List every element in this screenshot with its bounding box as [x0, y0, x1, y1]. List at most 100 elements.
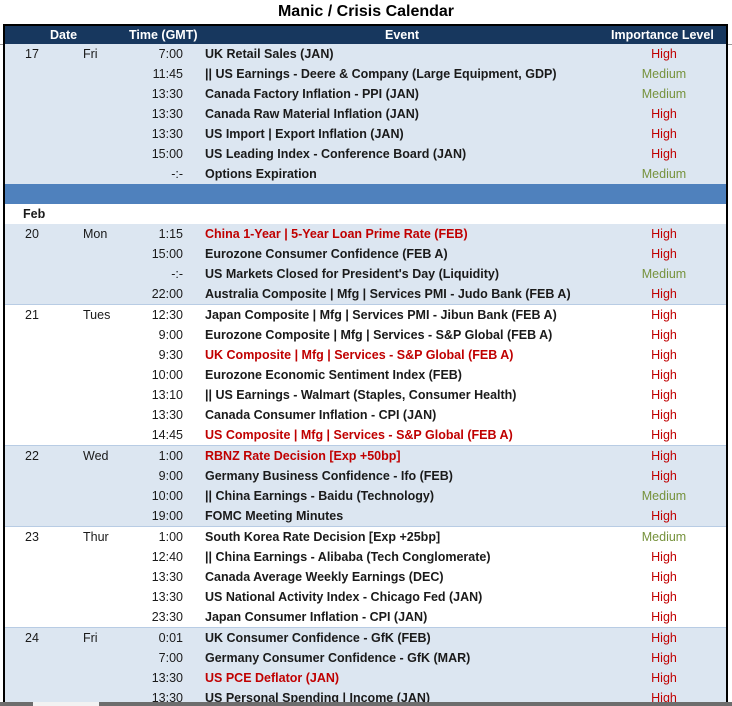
column-header-importance[interactable]: Importance Level: [611, 26, 714, 44]
table-row[interactable]: 10:00 Eurozone Economic Sentiment Index (…: [5, 365, 726, 385]
event-cell: US Composite | Mfg | Services - S&P Glob…: [205, 428, 513, 442]
day-cell: Mon: [83, 227, 108, 241]
importance-cell: High: [651, 47, 677, 61]
table-row[interactable]: 19:00 FOMC Meeting Minutes High: [5, 506, 726, 526]
importance-cell: High: [651, 408, 677, 422]
event-cell: Canada Consumer Inflation - CPI (JAN): [205, 408, 437, 422]
day-cell: Fri: [83, 47, 98, 61]
table-row[interactable]: -:- Options Expiration Medium: [5, 164, 726, 184]
importance-cell: High: [651, 308, 677, 322]
event-cell: UK Composite | Mfg | Services - S&P Glob…: [205, 348, 514, 362]
table-row[interactable]: 21 Tues 12:30 Japan Composite | Mfg | Servi…: [5, 304, 726, 325]
importance-cell: High: [651, 328, 677, 342]
event-cell: US Markets Closed for President's Day (L…: [205, 267, 500, 281]
event-cell: || US Earnings - Walmart (Staples, Consu…: [205, 388, 517, 402]
time-cell: 13:30: [151, 671, 183, 685]
importance-cell: High: [651, 631, 677, 645]
table-row[interactable]: 13:30 Canada Factory Inflation - PPI (JAN…: [5, 84, 726, 104]
importance-cell: High: [651, 428, 677, 442]
table-row[interactable]: 7:00 Germany Consumer Confidence - GfK (M…: [5, 648, 726, 668]
table-row[interactable]: 9:00 Germany Business Confidence - Ifo (F…: [5, 466, 726, 486]
page-title: Manic / Crisis Calendar: [277, 3, 455, 20]
table-row[interactable]: 15:00 US Leading Index - Conference Board…: [5, 144, 726, 164]
importance-cell: Medium: [641, 87, 687, 101]
table-row[interactable]: 15:00 Eurozone Consumer Confidence (FEB A…: [5, 244, 726, 264]
event-cell: Eurozone Economic Sentiment Index (FEB): [205, 368, 462, 382]
day-cell: Fri: [83, 631, 98, 645]
importance-cell: High: [651, 651, 677, 665]
time-cell: 7:00: [158, 651, 183, 665]
time-cell: 13:30: [151, 570, 183, 584]
table-row[interactable]: 9:30 UK Composite | Mfg | Services - S&P …: [5, 345, 726, 365]
date-cell: 24: [25, 631, 39, 645]
event-cell: China 1-Year | 5-Year Loan Prime Rate (F…: [205, 227, 468, 241]
time-cell: 12:40: [151, 550, 183, 564]
month-label-row[interactable]: Feb: [5, 204, 726, 224]
table-row[interactable]: 13:30 US Import | Export Inflation (JAN) H…: [5, 124, 726, 144]
table-header: Date Time (GMT) Event Importance Level: [5, 26, 726, 44]
time-cell: 1:00: [158, 530, 183, 544]
date-cell: 17: [25, 47, 39, 61]
calendar-table: Date Time (GMT) Event Importance Level 1…: [3, 24, 728, 706]
column-header-time[interactable]: Time (GMT): [129, 26, 198, 44]
table-row[interactable]: 13:30 US PCE Deflator (JAN) High: [5, 668, 726, 688]
table-row[interactable]: 13:30 Canada Average Weekly Earnings (DEC…: [5, 567, 726, 587]
event-cell: FOMC Meeting Minutes: [205, 509, 344, 523]
table-row[interactable]: 22:00 Australia Composite | Mfg | Service…: [5, 284, 726, 304]
importance-cell: High: [651, 107, 677, 121]
table-row[interactable]: 9:00 Eurozone Composite | Mfg | Services …: [5, 325, 726, 345]
column-header-event[interactable]: Event: [385, 26, 419, 44]
time-cell: 13:30: [151, 590, 183, 604]
time-cell: 22:00: [151, 287, 183, 301]
time-cell: 1:15: [158, 227, 183, 241]
table-row[interactable]: 10:00 || China Earnings - Baidu (Technolo…: [5, 486, 726, 506]
time-cell: 9:00: [158, 469, 183, 483]
importance-cell: High: [651, 127, 677, 141]
time-cell: 11:45: [152, 67, 183, 81]
table-row[interactable]: 22 Wed 1:00 RBNZ Rate Decision [Exp +50bp] H…: [5, 445, 726, 466]
importance-cell: High: [651, 368, 677, 382]
importance-cell: High: [651, 449, 677, 463]
scrollbar-thumb[interactable]: [33, 702, 99, 706]
table-row[interactable]: 14:45 US Composite | Mfg | Services - S&P…: [5, 425, 726, 445]
section-separator: [5, 184, 726, 204]
event-cell: US Leading Index - Conference Board (JAN…: [205, 147, 467, 161]
table-row[interactable]: -:- US Markets Closed for President's Day…: [5, 264, 726, 284]
table-row[interactable]: 11:45 || US Earnings - Deere & Company (L…: [5, 64, 726, 84]
table-row[interactable]: 23:30 Japan Consumer Inflation - CPI (JAN…: [5, 607, 726, 627]
event-cell: Options Expiration: [205, 167, 317, 181]
importance-cell: Medium: [641, 67, 687, 81]
event-cell: South Korea Rate Decision [Exp +25bp]: [205, 530, 441, 544]
importance-cell: High: [651, 348, 677, 362]
event-cell: US National Activity Index - Chicago Fed…: [205, 590, 483, 604]
importance-cell: High: [651, 247, 677, 261]
table-row[interactable]: 17 Fri 7:00 UK Retail Sales (JAN) High: [5, 44, 726, 64]
time-cell: 14:45: [151, 428, 183, 442]
event-cell: || China Earnings - Baidu (Technology): [205, 489, 434, 503]
time-cell: 13:10: [151, 388, 183, 402]
time-cell: 13:30: [151, 87, 183, 101]
table-row[interactable]: 13:30 US National Activity Index - Chicag…: [5, 587, 726, 607]
event-cell: Eurozone Composite | Mfg | Services - S&…: [205, 328, 553, 342]
table-row[interactable]: 13:30 Canada Consumer Inflation - CPI (JA…: [5, 405, 726, 425]
table-row[interactable]: 12:40 || China Earnings - Alibaba (Tech C…: [5, 547, 726, 567]
time-cell: -:-: [171, 267, 183, 281]
table-row[interactable]: 13:30 Canada Raw Material Inflation (JAN)…: [5, 104, 726, 124]
column-header-date[interactable]: Date: [50, 26, 77, 44]
time-cell: 15:00: [151, 147, 183, 161]
table-row[interactable]: 23 Thur 1:00 South Korea Rate Decision [Exp…: [5, 526, 726, 547]
time-cell: 0:01: [158, 631, 183, 645]
importance-cell: High: [651, 287, 677, 301]
time-cell: 9:30: [158, 348, 183, 362]
importance-cell: High: [651, 590, 677, 604]
table-row[interactable]: 13:10 || US Earnings - Walmart (Staples, …: [5, 385, 726, 405]
table-row[interactable]: 24 Fri 0:01 UK Consumer Confidence - GfK (F…: [5, 627, 726, 648]
day-cell: Tues: [83, 308, 111, 322]
time-cell: 19:00: [151, 509, 183, 523]
table-row[interactable]: 20 Mon 1:15 China 1-Year | 5-Year Loan Prim…: [5, 224, 726, 244]
horizontal-scrollbar[interactable]: [0, 702, 732, 706]
day-cell: Thur: [83, 530, 109, 544]
importance-cell: High: [651, 509, 677, 523]
time-cell: 12:30: [151, 308, 183, 322]
event-cell: Canada Raw Material Inflation (JAN): [205, 107, 419, 121]
